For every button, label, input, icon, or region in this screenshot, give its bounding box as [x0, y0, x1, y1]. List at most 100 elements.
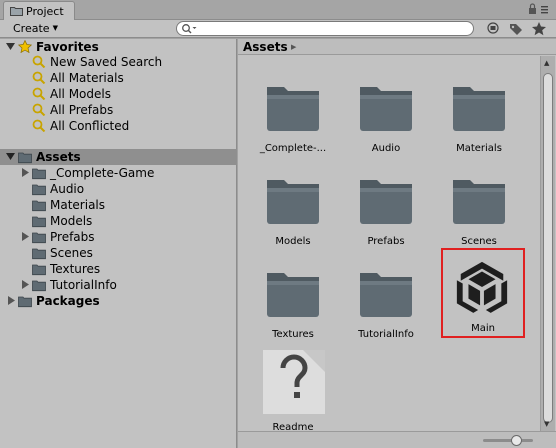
search-icon	[182, 24, 197, 34]
tree-packages[interactable]: Packages	[0, 293, 237, 309]
window-tab-bar: Project	[0, 0, 556, 20]
favorite-label: All Materials	[50, 71, 124, 85]
folder-icon	[10, 7, 23, 16]
asset-folder[interactable]: Audio	[346, 70, 426, 156]
folder-label: Prefabs	[50, 230, 95, 244]
folder-icon	[267, 87, 319, 131]
folder-icon	[32, 184, 46, 196]
folder-icon	[360, 180, 412, 224]
folder-icon	[32, 280, 46, 292]
asset-folder[interactable]: Materials	[439, 70, 519, 156]
tree-favorites[interactable]: Favorites	[0, 39, 237, 55]
saved-search-icon	[32, 119, 46, 132]
favorite-item[interactable]: New Saved Search	[0, 54, 237, 70]
saved-search-icon	[32, 103, 46, 116]
scroll-up-arrow-icon[interactable]: ▲	[544, 59, 549, 67]
folder-icon	[267, 180, 319, 224]
favorite-item[interactable]: All Prefabs	[0, 102, 237, 118]
favorites-label: Favorites	[36, 40, 99, 54]
collapsed-arrow-icon[interactable]	[7, 296, 16, 305]
tab-project[interactable]: Project	[3, 1, 75, 20]
favorite-label: All Models	[50, 87, 111, 101]
tree-folder[interactable]: Audio	[0, 181, 237, 197]
project-folder-tree: Favorites New Saved Search All Materials…	[0, 39, 237, 448]
folder-label: Materials	[50, 198, 106, 212]
folder-icon	[18, 296, 32, 308]
packages-label: Packages	[36, 294, 100, 308]
tree-folder[interactable]: Materials	[0, 197, 237, 213]
expanded-arrow-icon[interactable]	[6, 42, 15, 51]
favorite-label: All Prefabs	[50, 103, 114, 117]
asset-folder[interactable]: Textures	[253, 256, 333, 342]
asset-folder[interactable]: TutorialInfo	[346, 256, 426, 342]
folder-label: TutorialInfo	[50, 278, 117, 292]
folder-icon	[18, 152, 32, 164]
asset-folder[interactable]: Models	[253, 163, 333, 249]
favorite-label: All Conflicted	[50, 119, 130, 133]
lock-and-menu-icon[interactable]	[523, 3, 551, 17]
folder-label: Scenes	[50, 246, 93, 260]
folder-icon	[453, 180, 505, 224]
folder-icon	[360, 87, 412, 131]
breadcrumb: Assets ▶	[238, 39, 556, 55]
saved-search-star-icon[interactable]	[531, 21, 547, 36]
tree-folder[interactable]: Textures	[0, 261, 237, 277]
asset-folder[interactable]: _Complete-...	[253, 70, 333, 156]
create-dropdown-button[interactable]: Create ▼	[7, 21, 65, 36]
asset-grid: _Complete-... Audio Materials Models Pre…	[238, 56, 540, 433]
tab-title: Project	[26, 5, 64, 18]
asset-scene-main[interactable]: Main	[441, 248, 525, 338]
icon-size-slider[interactable]	[483, 439, 533, 442]
search-field[interactable]	[176, 21, 474, 36]
saved-search-icon	[32, 87, 46, 100]
asset-name: Main	[471, 323, 495, 334]
star-icon	[18, 40, 32, 53]
tree-folder[interactable]: Models	[0, 213, 237, 229]
dropdown-arrow-icon: ▼	[52, 24, 58, 32]
folder-icon	[32, 248, 46, 260]
asset-name: Models	[275, 236, 311, 247]
collapsed-arrow-icon[interactable]	[21, 232, 30, 241]
asset-name: _Complete-...	[259, 143, 327, 154]
folder-icon	[267, 273, 319, 317]
assets-label: Assets	[36, 150, 81, 164]
asset-name: Textures	[272, 329, 314, 340]
folder-icon	[453, 87, 505, 131]
saved-search-icon	[32, 55, 46, 68]
folder-icon	[32, 264, 46, 276]
icon-size-slider-knob[interactable]	[511, 435, 522, 446]
tree-folder[interactable]: Scenes	[0, 245, 237, 261]
breadcrumb-assets[interactable]: Assets	[243, 39, 288, 55]
tree-folder[interactable]: TutorialInfo	[0, 277, 237, 293]
vertical-scrollbar[interactable]: ▲ ▼	[540, 56, 555, 431]
tree-assets[interactable]: Assets	[0, 149, 237, 165]
asset-name: Audio	[371, 143, 401, 154]
folder-icon	[32, 200, 46, 212]
expanded-arrow-icon[interactable]	[6, 152, 15, 161]
unity-logo-icon	[456, 261, 508, 313]
asset-readme[interactable]: Readme	[253, 349, 333, 435]
scroll-down-arrow-icon[interactable]: ▼	[544, 420, 549, 428]
folder-label: Audio	[50, 182, 85, 196]
asset-name: TutorialInfo	[358, 329, 414, 340]
folder-label: _Complete-Game	[50, 166, 155, 180]
favorite-item[interactable]: All Conflicted	[0, 118, 237, 134]
collapsed-arrow-icon[interactable]	[21, 280, 30, 289]
scrollbar-thumb[interactable]	[543, 73, 553, 423]
folder-icon	[32, 232, 46, 244]
folder-label: Models	[50, 214, 93, 228]
favorite-item[interactable]: All Models	[0, 86, 237, 102]
asset-name: Prefabs	[367, 236, 405, 247]
search-by-label-icon[interactable]	[508, 21, 524, 36]
asset-folder[interactable]: Scenes	[439, 163, 519, 249]
asset-folder[interactable]: Prefabs	[346, 163, 426, 249]
tree-folder[interactable]: _Complete-Game	[0, 165, 237, 181]
saved-search-icon	[32, 71, 46, 84]
collapsed-arrow-icon[interactable]	[21, 168, 30, 177]
tree-folder[interactable]: Prefabs	[0, 229, 237, 245]
favorite-item[interactable]: All Materials	[0, 70, 237, 86]
breadcrumb-arrow-icon: ▶	[291, 43, 297, 51]
folder-icon	[32, 168, 46, 180]
search-by-type-icon[interactable]	[486, 21, 502, 36]
folder-icon	[32, 216, 46, 228]
